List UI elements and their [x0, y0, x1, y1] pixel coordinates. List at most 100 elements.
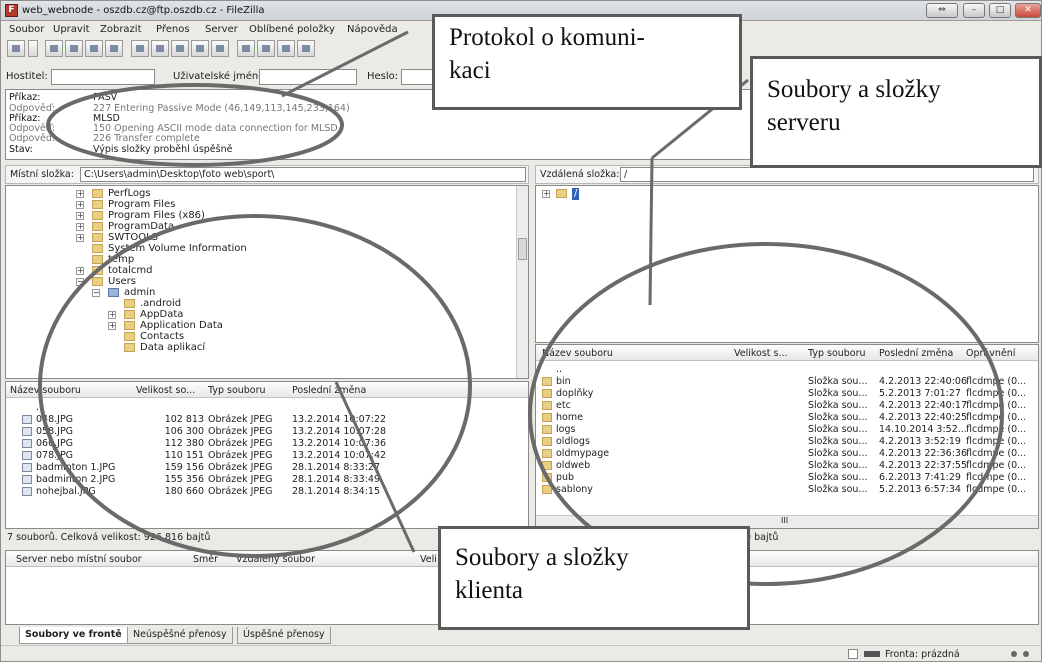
remote-col-modified[interactable]: Poslední změna	[879, 348, 953, 359]
tree-expander-icon[interactable]: +	[108, 311, 116, 319]
remote-file-list[interactable]: Název souboru Velikost s... Typ souboru …	[535, 344, 1039, 529]
tree-expander-icon[interactable]: −	[76, 278, 84, 286]
remote-file-row[interactable]: home Složka sou... 4.2.2013 22:40:25 flcdmp…	[536, 412, 1036, 423]
tab-queued-files[interactable]: Soubory ve frontě	[19, 627, 128, 644]
tab-failed-transfers[interactable]: Neúspěšné přenosy	[127, 627, 233, 644]
tree-expander-icon[interactable]: +	[76, 190, 84, 198]
folder-icon	[124, 310, 135, 319]
local-file-size: 159 156	[164, 462, 204, 473]
local-file-row[interactable]: badminton 1.JPG 159 156 Obrázek JPEG 28.1.2…	[6, 462, 526, 473]
local-file-row[interactable]: badminton 2.JPG 155 356 Obrázek JPEG 28.1.2…	[6, 474, 526, 485]
local-file-size: 155 356	[164, 474, 204, 485]
menu-server[interactable]: Server	[205, 24, 238, 35]
remote-tree-root-label: /	[572, 188, 580, 200]
close-button[interactable]: ✕	[1015, 3, 1041, 18]
cancel-operation-icon[interactable]	[171, 40, 189, 57]
remote-directory-tree[interactable]: + /	[535, 185, 1039, 343]
remote-file-row[interactable]: bin Složka sou... 4.2.2013 22:40:06 flcdmpe…	[536, 376, 1036, 387]
local-status-text: 7 souborů. Celková velikost: 926 816 baj…	[7, 532, 211, 543]
callout-server: Soubory a složky serveru	[750, 56, 1042, 168]
remote-path-input[interactable]: /	[620, 167, 1034, 182]
menu-prenos[interactable]: Přenos	[156, 24, 190, 35]
toggle-log-icon[interactable]	[45, 40, 63, 57]
username-input[interactable]	[259, 69, 357, 85]
queue-col-direction[interactable]: Směr	[193, 554, 218, 565]
tab-successful-transfers[interactable]: Úspěšné přenosy	[237, 627, 331, 644]
remote-col-size[interactable]: Velikost s...	[734, 348, 788, 359]
folder-icon	[542, 401, 552, 410]
folder-icon	[92, 266, 103, 275]
remote-file-row[interactable]: oldmypage Složka sou... 4.2.2013 22:36:36 f…	[536, 448, 1036, 459]
queue-col-size[interactable]: Veli	[420, 554, 437, 565]
local-tree-node-label: Data aplikací	[140, 342, 206, 353]
disconnect-icon[interactable]	[191, 40, 209, 57]
tree-expander-icon[interactable]: +	[76, 201, 84, 209]
maximize-button[interactable]: □	[989, 3, 1011, 18]
folder-icon	[124, 299, 135, 308]
menu-oblibene[interactable]: Oblíbené položky	[249, 24, 335, 35]
tree-expander-icon[interactable]: +	[76, 212, 84, 220]
refresh-icon[interactable]	[131, 40, 149, 57]
queue-col-remote[interactable]: Vzdálený soubor	[236, 554, 315, 565]
site-manager-dropdown-icon[interactable]	[28, 40, 38, 57]
remote-file-row[interactable]: ..	[536, 364, 1036, 375]
menu-zobrazit[interactable]: Zobrazit	[100, 24, 142, 35]
remote-file-row[interactable]: pub Složka sou... 6.2.2013 7:41:29 flcdmpe …	[536, 472, 1036, 483]
local-file-modified: 28.1.2014 8:33:49	[292, 474, 380, 485]
site-manager-icon[interactable]	[7, 40, 25, 57]
sync-browsing-icon[interactable]	[277, 40, 295, 57]
folder-icon	[92, 244, 103, 253]
local-file-row[interactable]: 058.JPG 106 300 Obrázek JPEG 13.2.2014 10:0…	[6, 426, 526, 437]
local-path-input[interactable]: C:\Users\admin\Desktop\foto web\sport\	[80, 167, 526, 182]
reconnect-icon[interactable]	[211, 40, 229, 57]
search-files-icon[interactable]	[297, 40, 315, 57]
menu-soubor[interactable]: Soubor	[9, 24, 44, 35]
local-col-name[interactable]: Název souboru	[10, 385, 81, 396]
local-file-size: 106 300	[164, 426, 204, 437]
toggle-queue-icon[interactable]	[105, 40, 123, 57]
local-file-row[interactable]: 048.JPG 102 813 Obrázek JPEG 13.2.2014 10:0…	[6, 414, 526, 425]
remote-col-permissions[interactable]: Oprávnění	[966, 348, 1015, 359]
local-col-size[interactable]: Velikost so...	[136, 385, 195, 396]
toggle-local-tree-icon[interactable]	[65, 40, 83, 57]
remote-file-row[interactable]: oldweb Složka sou... 4.2.2013 22:37:55 flcd…	[536, 460, 1036, 471]
local-tree-scroll-thumb[interactable]	[518, 238, 527, 260]
remote-col-type[interactable]: Typ souboru	[808, 348, 866, 359]
process-queue-icon[interactable]	[151, 40, 169, 57]
local-file-row[interactable]: ..	[6, 402, 526, 413]
directory-listing-filter-icon[interactable]	[237, 40, 255, 57]
remote-file-row[interactable]: etc Složka sou... 4.2.2013 22:40:17 flcdmpe…	[536, 400, 1036, 411]
tree-expander-icon[interactable]: +	[76, 223, 84, 231]
remote-file-row[interactable]: oldlogs Složka sou... 4.2.2013 3:52:19 flcd…	[536, 436, 1036, 447]
queue-col-server[interactable]: Server nebo místní soubor	[16, 554, 142, 565]
remote-file-modified: 4.2.2013 22:40:06	[879, 376, 967, 387]
local-file-row[interactable]: nohejbal.JPG 180 660 Obrázek JPEG 28.1.2014…	[6, 486, 526, 497]
folder-icon	[124, 332, 135, 341]
local-tree-scrollbar[interactable]	[516, 186, 528, 378]
menu-upravit[interactable]: Upravit	[53, 24, 90, 35]
minimize-button[interactable]: –	[963, 3, 985, 18]
local-file-row[interactable]: 060.JPG 112 380 Obrázek JPEG 13.2.2014 10:0…	[6, 438, 526, 449]
local-file-size: 110 151	[164, 450, 204, 461]
local-file-row[interactable]: 078.JPG 110 151 Obrázek JPEG 13.2.2014 10:0…	[6, 450, 526, 461]
window-restore-swap-icon[interactable]: ⇔	[926, 3, 958, 18]
menu-napoveda[interactable]: Nápověda	[347, 24, 398, 35]
remote-col-name[interactable]: Název souboru	[542, 348, 613, 359]
toggle-remote-tree-icon[interactable]	[85, 40, 103, 57]
remote-file-modified: 4.2.2013 22:40:25	[879, 412, 967, 423]
local-col-type[interactable]: Typ souboru	[208, 385, 266, 396]
tree-expander-icon[interactable]: +	[108, 322, 116, 330]
tree-expander-icon[interactable]: +	[76, 234, 84, 242]
local-col-modified[interactable]: Poslední změna	[292, 385, 366, 396]
local-file-list[interactable]: Název souboru Velikost so... Typ souboru…	[5, 381, 529, 529]
tree-expander-icon[interactable]: +	[76, 267, 84, 275]
remote-list-header: Název souboru Velikost s... Typ souboru …	[536, 345, 1038, 361]
remote-file-type: Složka sou...	[808, 400, 868, 411]
remote-file-row[interactable]: doplňky Složka sou... 5.2.2013 7:01:27 flcd…	[536, 388, 1036, 399]
remote-file-row[interactable]: logs Složka sou... 14.10.2014 3:52... flcdm…	[536, 424, 1036, 435]
local-directory-tree[interactable]: + PerfLogs + Program Files + Program Files (x…	[5, 185, 529, 379]
remote-file-row[interactable]: sablony Složka sou... 5.2.2013 6:57:34 flcd…	[536, 484, 1036, 495]
tree-expander-icon[interactable]: −	[92, 289, 100, 297]
dir-compare-icon[interactable]	[257, 40, 275, 57]
host-input[interactable]	[51, 69, 155, 85]
